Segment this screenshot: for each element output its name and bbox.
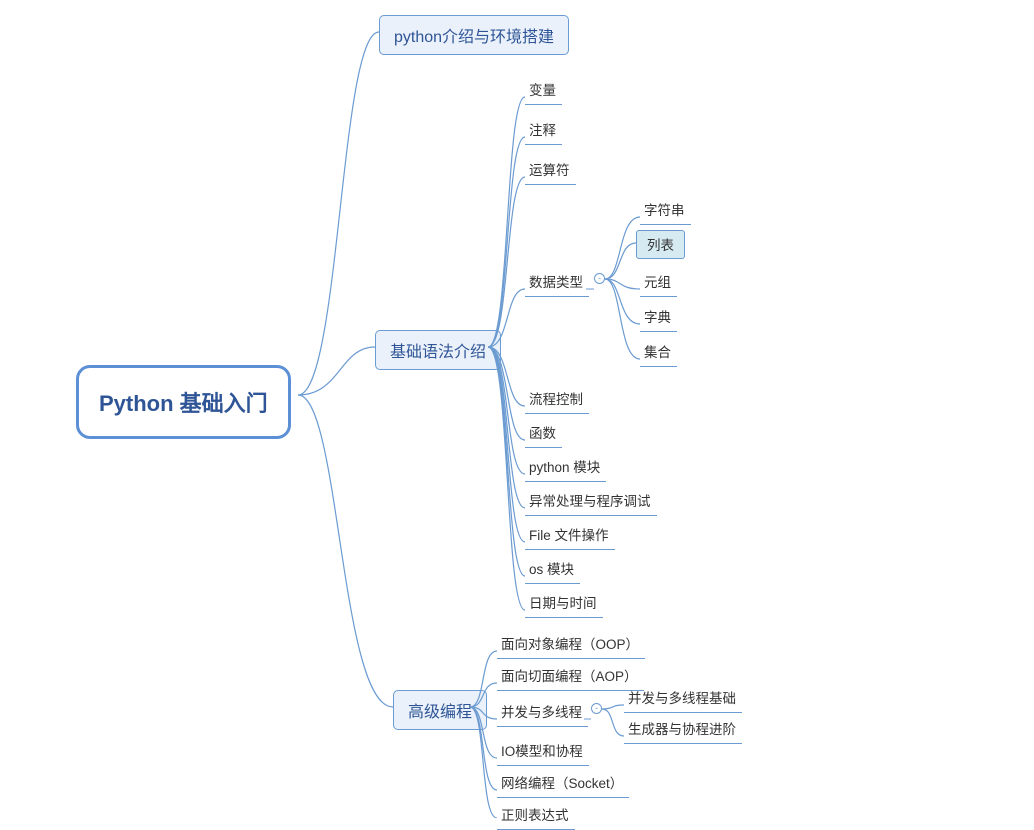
leaf-coroutine[interactable]: 生成器与协程进阶 xyxy=(624,714,742,744)
leaf-os[interactable]: os 模块 xyxy=(525,554,580,584)
leaf-aop[interactable]: 面向切面编程（AOP） xyxy=(497,661,644,691)
root-node[interactable]: Python 基础入门 xyxy=(76,365,291,439)
leaf-thread[interactable]: 并发与多线程 xyxy=(497,697,588,727)
branch-intro[interactable]: python介绍与环境搭建 xyxy=(379,15,569,55)
leaf-list[interactable]: 列表 xyxy=(636,230,685,259)
leaf-exception[interactable]: 异常处理与程序调试 xyxy=(525,486,657,516)
leaf-operator[interactable]: 运算符 xyxy=(525,155,576,185)
leaf-variable[interactable]: 变量 xyxy=(525,75,562,105)
leaf-socket[interactable]: 网络编程（Socket） xyxy=(497,768,629,798)
leaf-regex[interactable]: 正则表达式 xyxy=(497,800,575,830)
leaf-module[interactable]: python 模块 xyxy=(525,452,606,482)
leaf-oop[interactable]: 面向对象编程（OOP） xyxy=(497,629,645,659)
leaf-flow[interactable]: 流程控制 xyxy=(525,384,589,414)
leaf-set[interactable]: 集合 xyxy=(640,337,677,367)
branch-syntax[interactable]: 基础语法介绍 xyxy=(375,330,501,370)
leaf-tuple[interactable]: 元组 xyxy=(640,267,677,297)
leaf-dict[interactable]: 字典 xyxy=(640,302,677,332)
leaf-thread-basic[interactable]: 并发与多线程基础 xyxy=(624,683,742,713)
leaf-string[interactable]: 字符串 xyxy=(640,195,691,225)
leaf-datatype[interactable]: 数据类型 xyxy=(525,267,589,297)
leaf-io[interactable]: IO模型和协程 xyxy=(497,736,589,766)
collapse-handle-thread[interactable]: - xyxy=(591,703,602,714)
collapse-handle-datatype[interactable]: - xyxy=(594,273,605,284)
leaf-function[interactable]: 函数 xyxy=(525,418,562,448)
leaf-file[interactable]: File 文件操作 xyxy=(525,520,615,550)
leaf-datetime[interactable]: 日期与时间 xyxy=(525,588,603,618)
leaf-comment[interactable]: 注释 xyxy=(525,115,562,145)
branch-advanced[interactable]: 高级编程 xyxy=(393,690,487,730)
